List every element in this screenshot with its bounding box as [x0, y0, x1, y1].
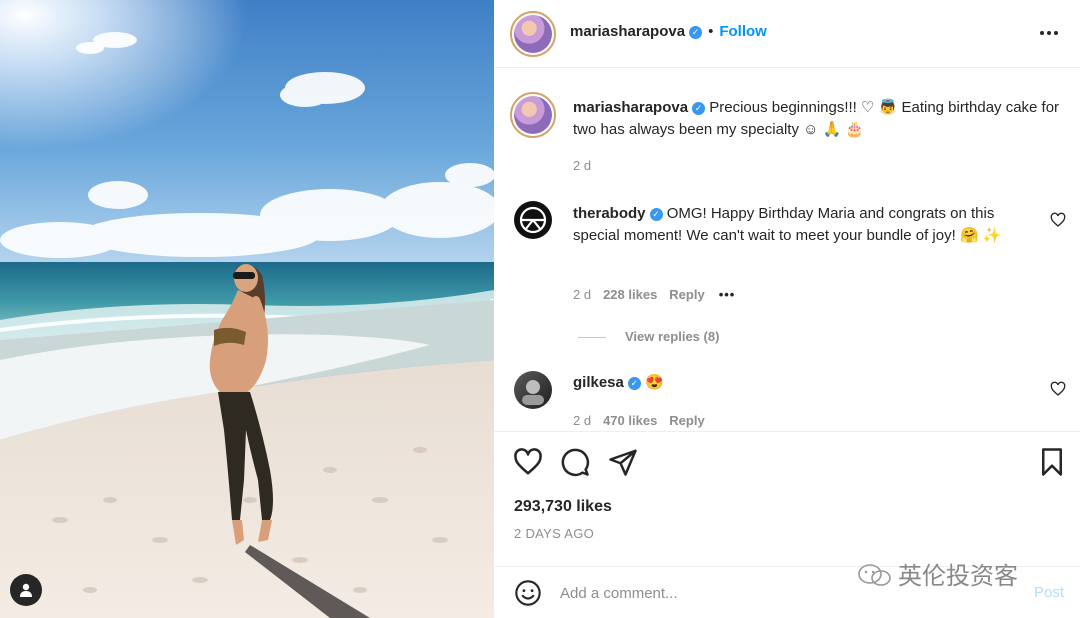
caption-time[interactable]: 2 d	[573, 158, 591, 173]
verified-badge-icon: ✓	[689, 26, 703, 39]
user-tag-icon[interactable]	[10, 574, 42, 606]
post-photo[interactable]	[0, 0, 494, 618]
verified-badge-icon: ✓	[649, 208, 663, 221]
watermark: 英伦投资客	[858, 556, 1018, 591]
caption-author-avatar[interactable]	[510, 92, 556, 138]
comment-text: 😍	[645, 374, 664, 391]
therabody-logo-icon	[519, 206, 547, 234]
comment-time[interactable]: 2 d	[573, 287, 591, 302]
caption: mariasharapova ✓ Precious beginnings!!! ♡…	[573, 97, 1063, 141]
more-options-icon[interactable]	[1038, 24, 1060, 42]
comment-icon[interactable]	[560, 447, 590, 477]
comment-meta: 2 d 470 likes Reply	[573, 413, 705, 428]
comment-like-heart-icon[interactable]	[1050, 212, 1066, 228]
post-detail-panel: mariasharapova ✓ • Follow mariasharapova ✓ P…	[494, 0, 1080, 618]
follow-button[interactable]: Follow	[719, 23, 767, 40]
reply-button[interactable]: Reply	[669, 287, 704, 302]
comment-gilkesa: gilkesa ✓ 😍	[573, 372, 1023, 394]
comment-likes[interactable]: 228 likes	[603, 287, 657, 302]
post-comment-button[interactable]: Post	[1034, 584, 1064, 601]
post-header: mariasharapova ✓ • Follow	[494, 0, 1080, 68]
post-actions-section: 293,730 likes 2 DAYS AGO Post 英伦投资客	[494, 431, 1080, 618]
comment-username[interactable]: therabody	[573, 205, 646, 222]
comment-options-icon[interactable]: •••	[719, 287, 736, 302]
verified-badge-icon: ✓	[627, 377, 641, 390]
commenter-avatar-therabody[interactable]	[514, 201, 552, 239]
posted-time[interactable]: 2 DAYS AGO	[514, 526, 594, 541]
commenter-avatar-gilkesa[interactable]	[514, 371, 552, 409]
separator-dot: •	[708, 23, 714, 40]
watermark-text: 英伦投资客	[898, 562, 1018, 590]
bookmark-icon[interactable]	[1037, 447, 1067, 477]
comment-like-heart-icon[interactable]	[1050, 381, 1066, 397]
comment-meta: 2 d 228 likes Reply •••	[573, 287, 735, 302]
view-replies-button[interactable]: View replies (8)	[625, 329, 719, 344]
comment-therabody: therabody ✓ OMG! Happy Birthday Maria and…	[573, 203, 1043, 247]
paper-plane-icon[interactable]	[608, 447, 638, 477]
caption-username[interactable]: mariasharapova	[573, 99, 688, 116]
comments-list[interactable]: mariasharapova ✓ Precious beginnings!!! ♡…	[494, 69, 1080, 431]
comment-likes[interactable]: 470 likes	[603, 413, 657, 428]
smiley-icon[interactable]	[514, 579, 542, 607]
author-line: mariasharapova ✓ • Follow	[570, 23, 767, 40]
comment-username[interactable]: gilkesa	[573, 374, 624, 391]
author-username[interactable]: mariasharapova	[570, 23, 685, 40]
verified-badge-icon: ✓	[692, 102, 706, 115]
author-avatar[interactable]	[510, 11, 556, 57]
likes-count[interactable]: 293,730 likes	[514, 498, 612, 516]
beach-photo	[0, 0, 494, 618]
reply-button[interactable]: Reply	[669, 413, 704, 428]
heart-icon[interactable]	[513, 447, 543, 477]
view-replies-line	[578, 337, 606, 338]
wechat-logo-icon	[858, 563, 892, 587]
comment-time[interactable]: 2 d	[573, 413, 591, 428]
